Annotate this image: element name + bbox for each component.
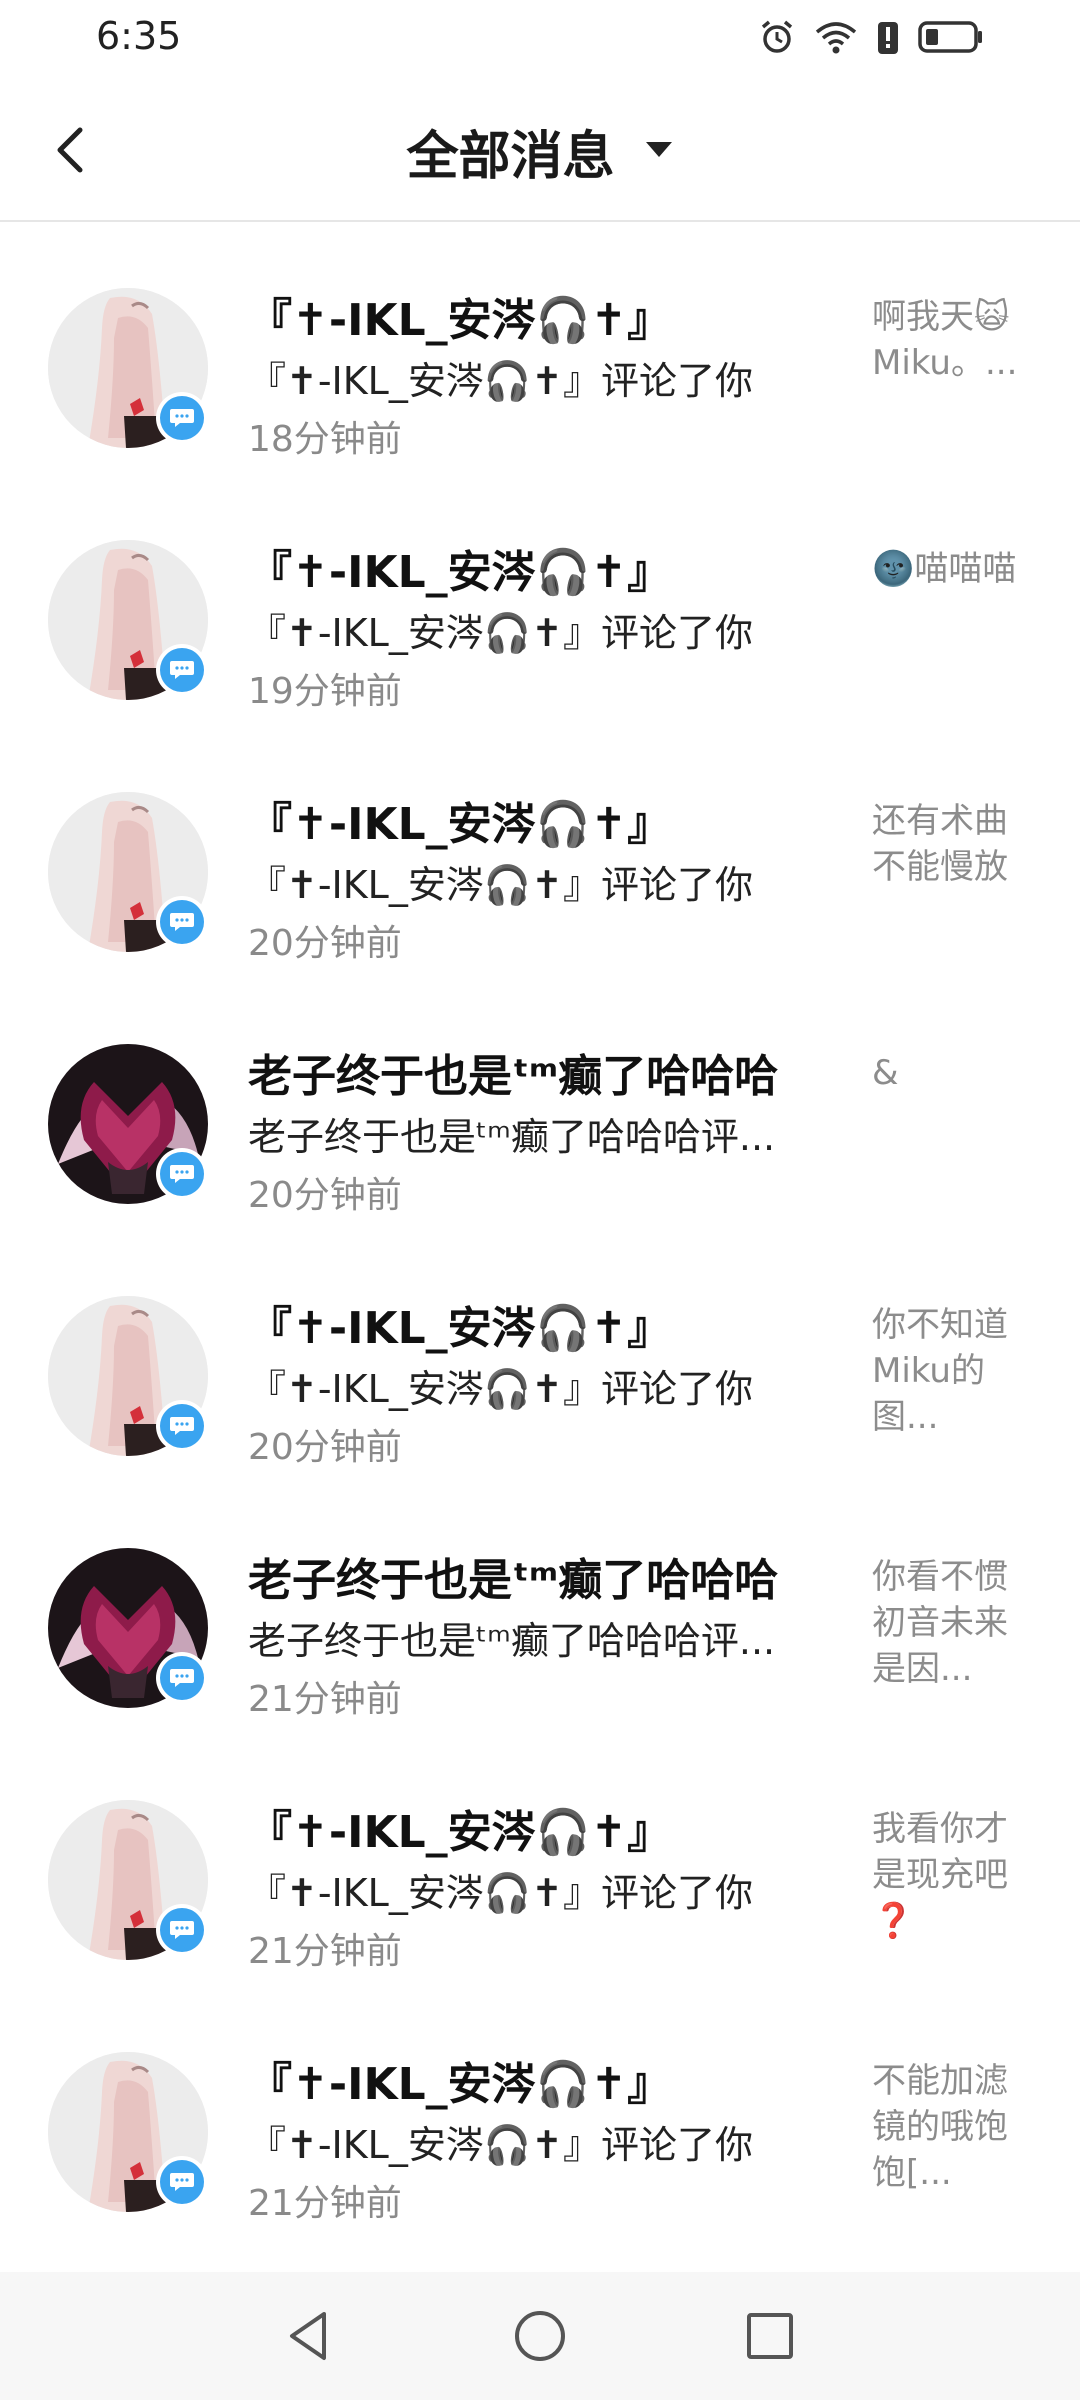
sender-name[interactable]: 老子终于也是ᵗᵐ癫了哈哈哈: [248, 1544, 828, 1608]
message-action: 『✝-IKL_安涔🎧✝』评论了你: [248, 1871, 754, 1915]
comment-bubble-icon: [160, 2160, 204, 2204]
message-time: 21分钟前: [248, 1679, 402, 1720]
wifi-icon: [815, 22, 857, 54]
comment-preview[interactable]: &: [872, 1050, 1032, 1096]
sender-name[interactable]: 老子终于也是ᵗᵐ癫了哈哈哈: [248, 1040, 828, 1104]
message-time: 20分钟前: [248, 1427, 402, 1468]
header: 全部消息: [0, 90, 1080, 222]
message-time: 21分钟前: [248, 2183, 402, 2224]
comment-preview[interactable]: 不能加滤镜的哦饱饱[...: [872, 2058, 1032, 2196]
comment-preview[interactable]: 你看不惯初音未来是因...: [872, 1554, 1032, 1692]
message-item[interactable]: 『✝-IKL_安涔🎧✝』『✝-IKL_安涔🎧✝』评论了你 20分钟前 你不知道Mik…: [0, 1230, 1080, 1482]
message-time: 20分钟前: [248, 1175, 402, 1216]
status-bar: 6:35: [0, 0, 1080, 80]
comment-badge: [156, 2156, 208, 2208]
message-list: 『✝-IKL_安涔🎧✝』 『✝-IKL_安涔🎧✝』评论了你 18分钟前 啊我天🙀 Mi…: [0, 222, 1080, 2238]
comment-badge: [156, 644, 208, 696]
status-icons: [758, 18, 984, 56]
message-time: 21分钟前: [248, 1931, 402, 1972]
comment-bubble-icon: [160, 1152, 204, 1196]
comment-preview[interactable]: 还有术曲不能慢放: [872, 798, 1032, 890]
comment-bubble-icon: [160, 648, 204, 692]
message-action: 『✝-IKL_安涔🎧✝』评论了你: [248, 1367, 754, 1411]
status-time: 6:35: [96, 14, 182, 58]
sender-name[interactable]: 『✝-IKL_安涔🎧✝』: [248, 536, 828, 600]
comment-badge: [156, 1904, 208, 1956]
comment-badge: [156, 392, 208, 444]
comment-preview[interactable]: 🌚喵喵喵: [872, 546, 1032, 592]
comment-bubble-icon: [160, 1656, 204, 1700]
recents-square-icon: [747, 2313, 793, 2359]
sender-name[interactable]: 『✝-IKL_安涔🎧✝』: [248, 2048, 828, 2112]
page-title: 全部消息: [406, 127, 615, 187]
comment-preview[interactable]: 我看你才是现充吧❓: [872, 1806, 1032, 1944]
comment-bubble-icon: [160, 1908, 204, 1952]
message-time: 19分钟前: [248, 671, 402, 712]
comment-preview[interactable]: 啊我天🙀 Miku。...: [872, 294, 1032, 386]
caret-down-icon: [645, 141, 672, 157]
comment-badge: [156, 1652, 208, 1704]
message-time: 20分钟前: [248, 923, 402, 964]
comment-bubble-icon: [160, 396, 204, 440]
sender-name[interactable]: 『✝-IKL_安涔🎧✝』: [248, 1796, 828, 1860]
alarm-icon: [761, 20, 793, 53]
message-item[interactable]: 『✝-IKL_安涔🎧✝』『✝-IKL_安涔🎧✝』评论了你 20分钟前 还有术曲不能慢…: [0, 726, 1080, 978]
comment-badge: [156, 1400, 208, 1452]
message-item[interactable]: 『✝-IKL_安涔🎧✝』『✝-IKL_安涔🎧✝』评论了你 21分钟前 我看你才是现充…: [0, 1734, 1080, 1986]
home-circle-icon: [515, 2311, 565, 2361]
battery-icon: [918, 21, 982, 53]
filter-dropdown[interactable]: 全部消息: [0, 114, 1080, 189]
message-action: 老子终于也是ᵗᵐ癫了哈哈哈评...: [248, 1115, 776, 1159]
message-item[interactable]: 『✝-IKL_安涔🎧✝』『✝-IKL_安涔🎧✝』评论了你 19分钟前 🌚喵喵喵: [0, 474, 1080, 726]
message-action: 『✝-IKL_安涔🎧✝』评论了你: [248, 2123, 754, 2167]
message-item[interactable]: 『✝-IKL_安涔🎧✝』『✝-IKL_安涔🎧✝』评论了你 18分钟前 啊我天🙀 Mi…: [0, 222, 1080, 474]
nav-back-button[interactable]: [280, 2306, 340, 2366]
message-action: 『✝-IKL_安涔🎧✝』评论了你: [248, 863, 754, 907]
message-action: 『✝-IKL_安涔🎧✝』评论了你: [248, 611, 754, 655]
comment-preview[interactable]: 你不知道Miku的图...: [872, 1302, 1032, 1440]
message-item[interactable]: 老子终于也是ᵗᵐ癫了哈哈哈老子终于也是ᵗᵐ癫了哈哈哈评... 20分钟前 &: [0, 978, 1080, 1230]
message-action: 『✝-IKL_安涔🎧✝』评论了你: [248, 359, 754, 403]
message-action: 老子终于也是ᵗᵐ癫了哈哈哈评...: [248, 1619, 776, 1663]
message-item[interactable]: 老子终于也是ᵗᵐ癫了哈哈哈老子终于也是ᵗᵐ癫了哈哈哈评... 21分钟前 你看不惯初…: [0, 1482, 1080, 1734]
comment-badge: [156, 896, 208, 948]
back-triangle-icon: [290, 2312, 326, 2360]
comment-badge: [156, 1148, 208, 1200]
battery-alert-icon: [878, 22, 898, 54]
sender-name[interactable]: 『✝-IKL_安涔🎧✝』: [248, 284, 828, 348]
navigation-bar: [0, 2272, 1080, 2400]
sender-name[interactable]: 『✝-IKL_安涔🎧✝』: [248, 1292, 828, 1356]
message-item[interactable]: 『✝-IKL_安涔🎧✝』『✝-IKL_安涔🎧✝』评论了你 21分钟前 不能加滤镜的哦…: [0, 1986, 1080, 2238]
sender-name[interactable]: 『✝-IKL_安涔🎧✝』: [248, 788, 828, 852]
nav-home-button[interactable]: [510, 2306, 570, 2366]
message-time: 18分钟前: [248, 419, 402, 460]
comment-bubble-icon: [160, 900, 204, 944]
nav-recents-button[interactable]: [740, 2306, 800, 2366]
comment-bubble-icon: [160, 1404, 204, 1448]
